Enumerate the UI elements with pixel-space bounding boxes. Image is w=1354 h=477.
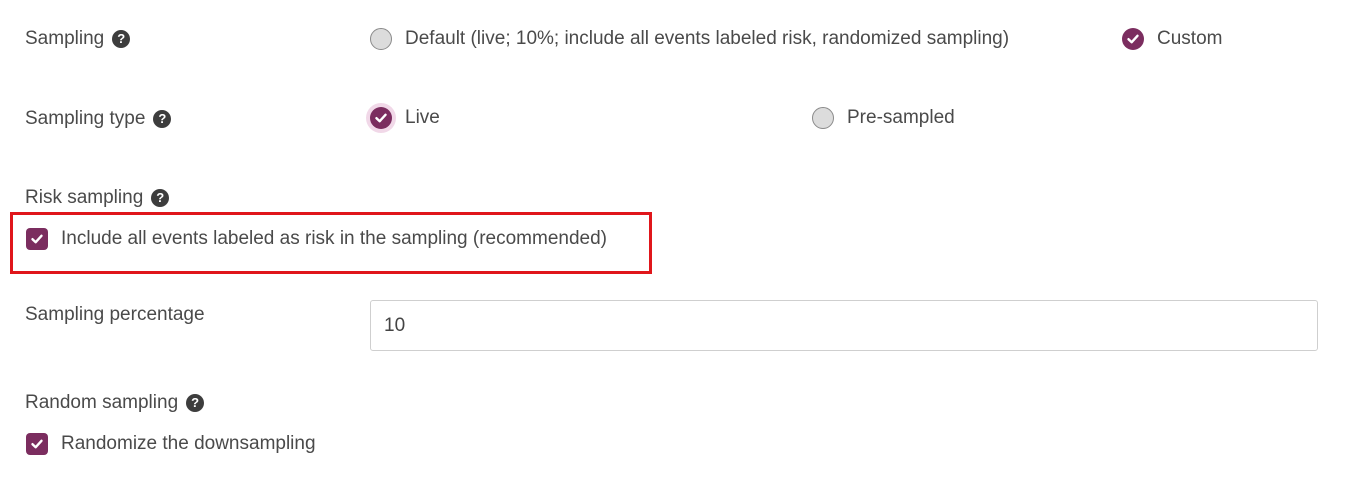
sampling-type-label: Sampling type (25, 108, 146, 129)
checkbox-checked-icon[interactable] (26, 433, 48, 455)
random-sampling-label: Random sampling (25, 392, 179, 413)
sampling-type-presampled-radio[interactable]: Pre-sampled (812, 107, 955, 129)
sampling-percentage-label: Sampling percentage (25, 304, 205, 325)
sampling-type-label-group: Sampling type ? (25, 108, 172, 130)
sampling-type-live-radio[interactable]: Live (370, 107, 440, 129)
help-icon[interactable]: ? (112, 30, 131, 48)
sampling-type-live-label[interactable]: Live (405, 107, 440, 129)
sampling-custom-radio[interactable]: Custom (1122, 28, 1222, 50)
random-sampling-checkbox-label[interactable]: Randomize the downsampling (61, 433, 316, 455)
help-icon[interactable]: ? (151, 189, 170, 207)
sampling-percentage-input[interactable] (370, 300, 1318, 351)
help-icon[interactable]: ? (153, 110, 172, 128)
random-sampling-checkbox[interactable]: Randomize the downsampling (26, 433, 316, 455)
sampling-label: Sampling (25, 28, 105, 49)
sampling-default-label[interactable]: Default (live; 10%; include all events l… (405, 28, 1009, 50)
sampling-type-presampled-label[interactable]: Pre-sampled (847, 107, 955, 129)
random-sampling-label-group: Random sampling ? (25, 392, 205, 414)
radio-selected-check-icon[interactable] (1122, 28, 1144, 50)
checkbox-checked-icon[interactable] (26, 228, 48, 250)
help-icon[interactable]: ? (186, 394, 205, 412)
sampling-custom-label[interactable]: Custom (1157, 28, 1222, 50)
radio-unselected-icon[interactable] (812, 107, 834, 129)
sampling-default-radio[interactable]: Default (live; 10%; include all events l… (370, 28, 1009, 50)
risk-sampling-checkbox-label[interactable]: Include all events labeled as risk in th… (61, 228, 607, 250)
radio-selected-check-icon[interactable] (370, 107, 392, 129)
sampling-percentage-label-group: Sampling percentage (25, 304, 205, 326)
sampling-label-group: Sampling ? (25, 28, 131, 50)
risk-sampling-label-group: Risk sampling ? (25, 187, 170, 209)
radio-unselected-icon[interactable] (370, 28, 392, 50)
risk-sampling-label: Risk sampling (25, 187, 144, 208)
risk-sampling-checkbox[interactable]: Include all events labeled as risk in th… (26, 228, 607, 250)
